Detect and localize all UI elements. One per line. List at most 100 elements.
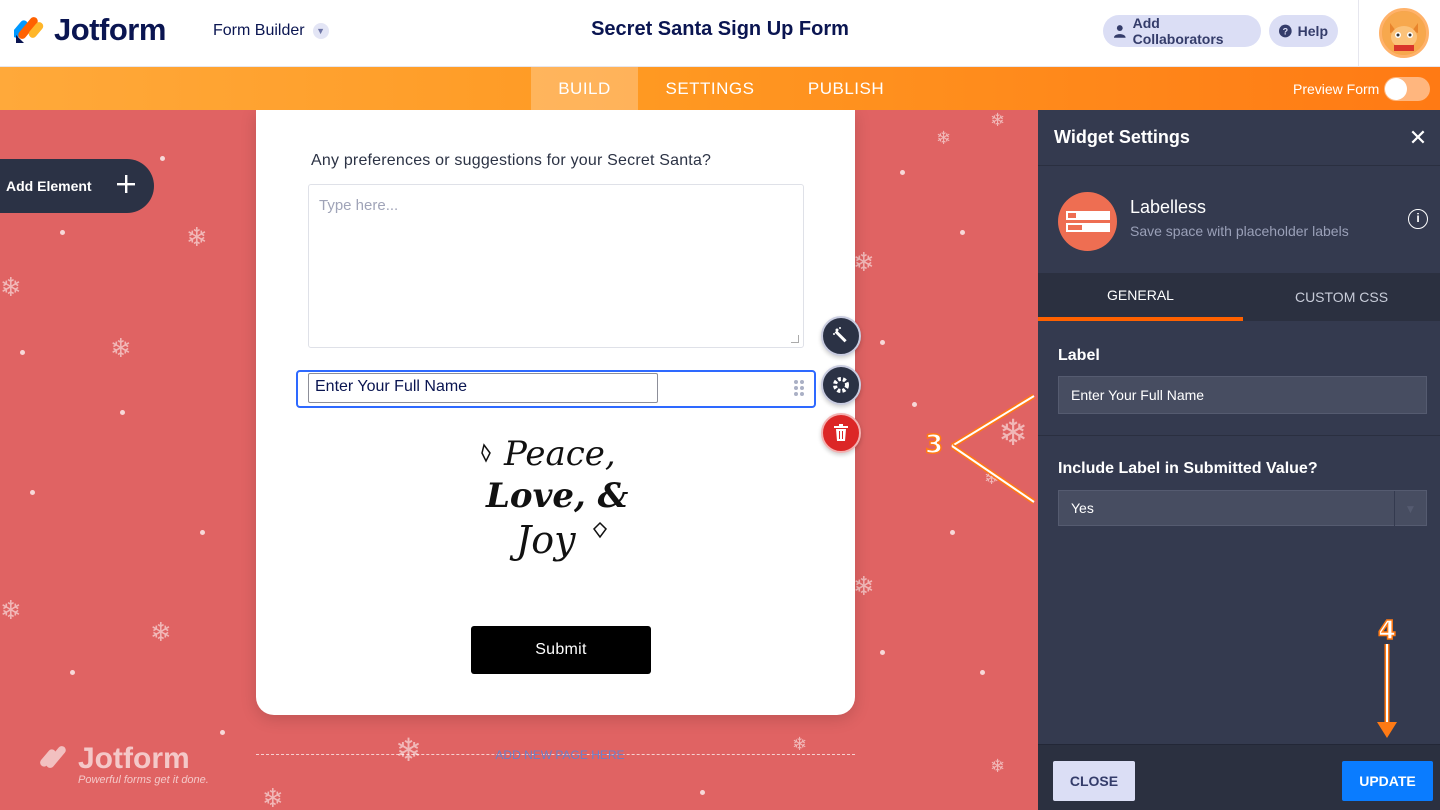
magic-wand-icon (833, 327, 847, 343)
snow-dot (880, 650, 885, 655)
tab-general[interactable]: GENERAL (1038, 273, 1243, 321)
panel-tabs: GENERAL CUSTOM CSS (1038, 273, 1440, 321)
add-element-label: Add Element (6, 178, 92, 194)
include-label-title: Include Label in Submitted Value? (1058, 460, 1318, 477)
snow-dot (220, 730, 225, 735)
add-element-button[interactable]: Add Element (0, 159, 154, 213)
close-button[interactable]: CLOSE (1053, 761, 1135, 801)
peace-love-joy-graphic: Peace, Love, & Joy (481, 434, 629, 562)
snow-dot (960, 230, 965, 235)
annotation-step-4: 4 (1377, 615, 1397, 647)
snowflake-icon: ❄ (395, 731, 422, 769)
update-button[interactable]: UPDATE (1342, 761, 1433, 801)
snowflake-icon: ❄ (0, 273, 22, 303)
annotation-arrows-3 (950, 393, 1036, 505)
form-card: Any preferences or suggestions for your … (256, 110, 855, 715)
jotform-logo[interactable]: Jotform (14, 12, 166, 48)
panel-footer: CLOSE UPDATE (1038, 744, 1440, 810)
label-section-title: Label (1058, 347, 1100, 364)
snowflake-icon: ❄ (936, 128, 952, 149)
watermark-subtitle: Powerful forms get it done. (78, 774, 209, 786)
textarea-placeholder: Type here... (319, 197, 399, 214)
watermark-title: Jotform (78, 742, 190, 775)
snow-dot (160, 156, 165, 161)
avatar-cat-icon (1382, 11, 1426, 55)
close-icon[interactable]: ✕ (1406, 126, 1430, 150)
image-text-line2: Love, & (485, 476, 629, 516)
form-title[interactable]: Secret Santa Sign Up Form (520, 18, 920, 41)
preferences-textarea[interactable]: Type here... (308, 184, 804, 348)
image-text-line3: Joy (509, 518, 576, 562)
snowflake-icon: ❄ (0, 596, 22, 626)
snow-dot (900, 170, 905, 175)
svg-text:?: ? (1283, 27, 1289, 37)
snowflake-icon: ❄ (792, 734, 808, 755)
snowflake-icon: ❄ (990, 756, 1006, 777)
header-divider (1358, 0, 1359, 66)
form-builder-label: Form Builder (213, 22, 305, 39)
help-label: Help (1297, 23, 1328, 39)
tab-publish[interactable]: PUBLISH (793, 67, 899, 110)
snow-dot (912, 402, 917, 407)
snowflake-icon: ❄ (990, 110, 1006, 131)
snow-dot (70, 670, 75, 675)
snowflake-icon: ❄ (186, 223, 208, 253)
resize-grip-icon[interactable] (791, 335, 799, 343)
preview-form-toggle[interactable] (1384, 77, 1430, 101)
annotation-step-3: 3 (924, 429, 944, 461)
widget-description: Save space with placeholder labels (1130, 223, 1349, 239)
wand-button[interactable] (821, 316, 861, 356)
labelless-widget-icon (1058, 192, 1117, 251)
trash-icon (834, 424, 848, 441)
gear-icon (833, 377, 849, 393)
add-new-page-link[interactable]: ADD NEW PAGE HERE (480, 748, 640, 762)
widget-name: Labelless (1130, 197, 1207, 217)
avatar[interactable] (1379, 8, 1429, 58)
snowflake-icon: ❄ (110, 334, 132, 364)
help-icon: ? (1279, 24, 1292, 38)
snow-dot (880, 340, 885, 345)
user-icon (1113, 25, 1126, 38)
jotform-logo-icon (14, 17, 44, 43)
info-icon[interactable]: i (1408, 209, 1428, 229)
tab-custom-css[interactable]: CUSTOM CSS (1243, 273, 1440, 321)
peace-love-joy-image[interactable]: Peace, Love, & Joy (476, 425, 636, 585)
widget-info: Labelless Save space with placeholder la… (1038, 167, 1440, 273)
snowflake-icon: ❄ (853, 572, 875, 602)
panel-separator (1038, 435, 1440, 436)
field-settings-button[interactable] (821, 365, 861, 405)
logo-text: Jotform (54, 12, 166, 47)
snow-dot (30, 490, 35, 495)
submit-button[interactable]: Submit (471, 626, 651, 674)
chevron-down-icon: ▼ (312, 23, 329, 39)
snowflake-icon: ❄ (262, 784, 284, 810)
label-input[interactable]: Enter Your Full Name (1058, 376, 1427, 414)
tab-settings[interactable]: SETTINGS (651, 67, 769, 110)
add-collaborators-label: Add Collaborators (1132, 15, 1224, 47)
snow-dot (20, 350, 25, 355)
panel-header: Widget Settings ✕ (1038, 110, 1440, 166)
tab-build[interactable]: BUILD (531, 67, 638, 110)
question-label: Any preferences or suggestions for your … (311, 152, 712, 169)
form-builder-menu[interactable]: Form Builder ▼ (213, 22, 329, 40)
delete-field-button[interactable] (821, 413, 861, 453)
add-collaborators-button[interactable]: Add Collaborators (1103, 15, 1261, 47)
drag-handle-icon[interactable] (794, 380, 806, 396)
annotation-arrow-4 (1377, 644, 1397, 738)
include-label-select[interactable]: Yes ▼ (1058, 490, 1427, 527)
snowflake-icon: ❄ (150, 618, 172, 648)
snow-dot (700, 790, 705, 795)
snow-dot (60, 230, 65, 235)
snowflake-icon: ❄ (853, 248, 875, 278)
snow-dot (120, 410, 125, 415)
snow-dot (950, 530, 955, 535)
top-header: Jotform Form Builder ▼ Secret Santa Sign… (0, 0, 1440, 67)
toggle-knob (1385, 78, 1407, 100)
selected-field-labelless[interactable]: Enter Your Full Name (296, 370, 816, 408)
widget-settings-panel: Widget Settings ✕ Labelless Save space w… (1038, 110, 1440, 810)
plus-icon (117, 175, 135, 193)
panel-title: Widget Settings (1054, 127, 1190, 147)
chevron-down-icon: ▼ (1394, 491, 1426, 527)
full-name-input[interactable]: Enter Your Full Name (308, 373, 658, 403)
help-button[interactable]: ? Help (1269, 15, 1338, 47)
